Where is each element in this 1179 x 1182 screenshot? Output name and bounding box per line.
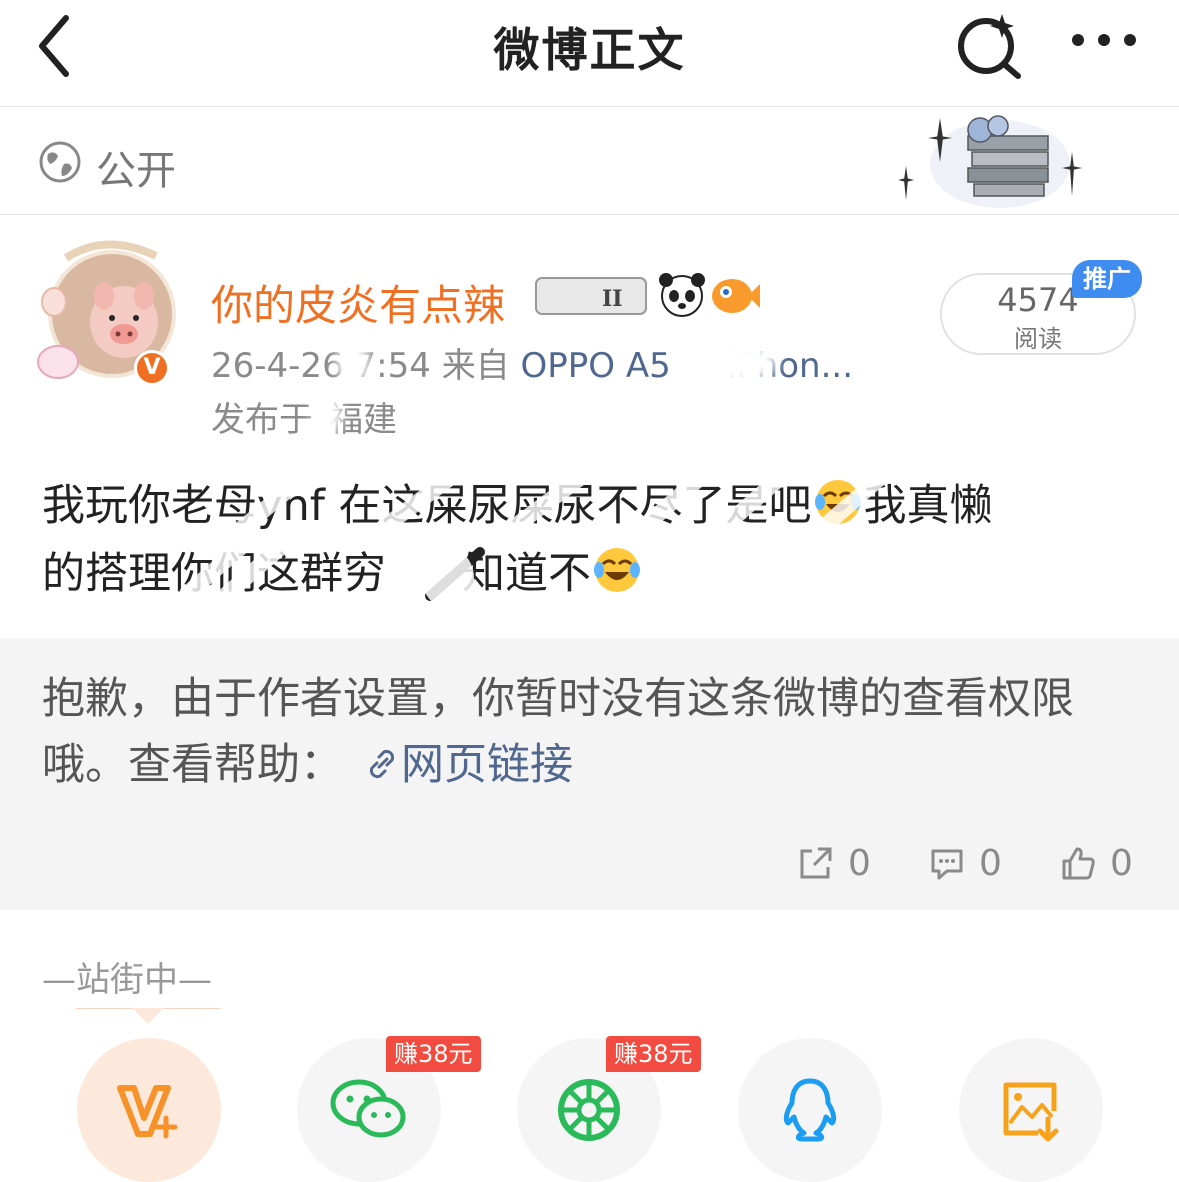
verified-badge: V [134, 350, 170, 386]
privacy-blur [686, 340, 778, 384]
privacy-blur [336, 340, 370, 384]
like-button[interactable]: 0 [1060, 838, 1133, 888]
thumbs-up-icon [1062, 847, 1095, 880]
read-label: 阅读 [1014, 325, 1062, 353]
globe-icon [39, 141, 81, 183]
earn-badge-moments: 赚38元 [606, 1036, 701, 1072]
qq-icon [783, 1078, 837, 1142]
promotion-tag[interactable]: 推广 [1072, 260, 1142, 298]
help-web-link[interactable]: 网页链接 [401, 740, 573, 790]
share-pointer [132, 1008, 164, 1024]
restricted-notice-text: 抱歉，由于作者设置，你暂时没有这条微博的查看权限哦。查看帮助： 网页链接 [42, 666, 1142, 798]
share-qq-button[interactable] [738, 1038, 882, 1182]
visibility-label: 公开 [96, 148, 176, 194]
repost-count: 0 [848, 842, 871, 884]
link-icon [369, 749, 395, 779]
post-line-2a: 的搭理 [42, 549, 171, 599]
source-prefix: 来自 [441, 346, 510, 386]
comment-button[interactable]: 0 [929, 838, 1002, 888]
post-line-1b: 我真懒 [863, 481, 993, 531]
author-name[interactable]: 你的皮炎有点辣 [211, 272, 505, 333]
share-heading: —站街中— [42, 960, 212, 1000]
repost-button[interactable]: 0 [798, 838, 871, 888]
decorative-sticker [898, 115, 1082, 208]
share-save-image-button[interactable] [959, 1038, 1103, 1182]
post-line-2b: 你们这群穷 [171, 549, 386, 599]
post-line-1: 我玩你老母ynf 在这屎尿屎尿不尽了是吧 [42, 481, 812, 531]
share-vplus-button[interactable] [77, 1038, 221, 1182]
wechat-icon [330, 1079, 406, 1138]
more-options-button[interactable] [1068, 18, 1140, 62]
post-text: 我玩你老母ynf 在这屎尿屎尿不尽了是吧 我真懒 的搭理你们这群穷 知道不 [42, 472, 1152, 608]
avatar[interactable]: V [36, 238, 176, 386]
location-prefix: 发布于 [211, 400, 313, 440]
comment-icon [931, 849, 963, 880]
post-line-2c: 知道不 [462, 549, 591, 599]
earn-badge-wechat: 赚38元 [386, 1036, 481, 1072]
repost-icon [800, 847, 832, 879]
svg-text:II: II [602, 286, 623, 312]
save-image-icon [1003, 1082, 1059, 1142]
more-dots-icon [1072, 34, 1136, 46]
like-count: 0 [1110, 842, 1133, 884]
post-source[interactable]: OPPO A5 [521, 346, 671, 386]
fish-icon [712, 279, 760, 313]
privacy-blur [312, 394, 342, 436]
post-time: 26-4-26 [211, 346, 355, 386]
search-sparkle-icon [958, 14, 1021, 79]
post-location: 发布于 福建 [211, 392, 397, 441]
search-button[interactable] [954, 10, 1024, 80]
panda-icon [659, 273, 705, 317]
comment-count: 0 [979, 842, 1002, 884]
top-nav-bar: 微博正文 [0, 0, 1179, 107]
laugh-cry-emoji-icon [814, 480, 861, 524]
name-badges: II [535, 273, 760, 317]
vplus-icon [117, 1085, 178, 1139]
moments-icon [558, 1079, 620, 1141]
laugh-cry-emoji-icon [594, 548, 640, 592]
